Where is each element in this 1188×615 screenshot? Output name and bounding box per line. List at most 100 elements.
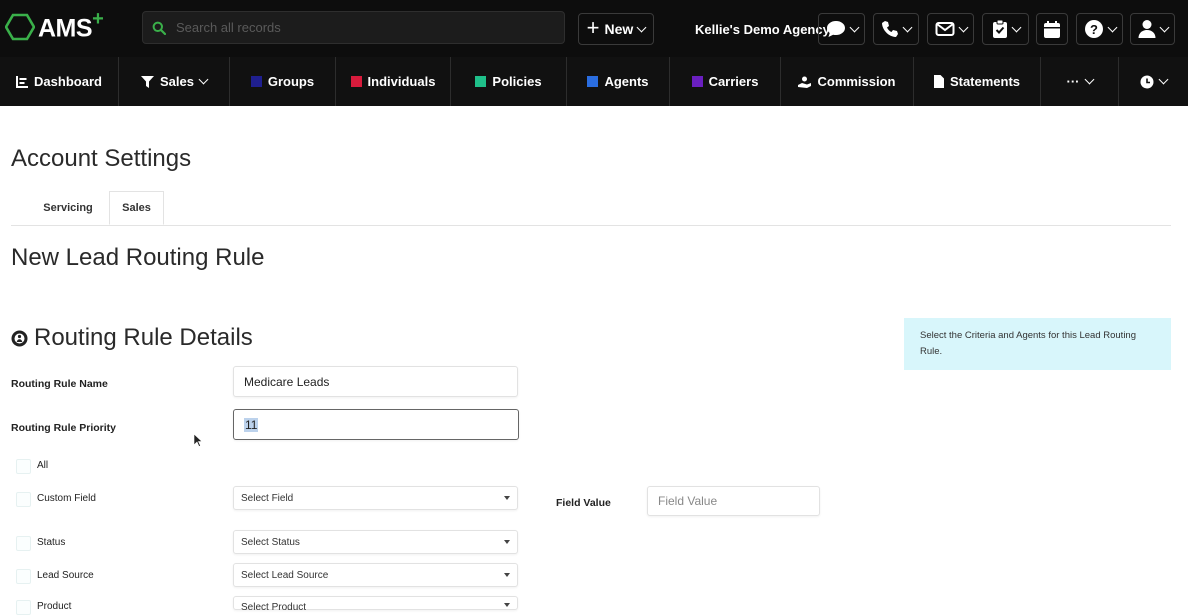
- chevron-down-icon: [1107, 22, 1117, 32]
- calendar-button[interactable]: [1036, 13, 1068, 45]
- chevron-down-icon: [1084, 74, 1094, 85]
- logo-wordmark: AMS: [38, 14, 93, 43]
- search-icon: [152, 21, 166, 35]
- custom-field-select-value: Select Field: [241, 492, 294, 504]
- nav-commission[interactable]: Commission: [781, 57, 914, 106]
- nav-dashboard[interactable]: Dashboard: [0, 57, 119, 106]
- status-select-value: Select Status: [241, 536, 300, 548]
- dropdown-arrow-icon: [504, 540, 510, 544]
- page-title: Account Settings: [11, 145, 192, 172]
- all-label: All: [37, 460, 49, 471]
- tab-servicing-label: Servicing: [43, 202, 93, 214]
- field-value-label: Field Value: [556, 497, 611, 509]
- agency-name[interactable]: Kellie's Demo Agency: [695, 22, 830, 37]
- dropdown-arrow-icon: [504, 496, 510, 500]
- info-callout: Select the Criteria and Agents for this …: [904, 318, 1171, 370]
- tab-servicing[interactable]: Servicing: [26, 191, 110, 225]
- user-menu-button[interactable]: [1130, 13, 1175, 45]
- nav-sales-label: Sales: [160, 74, 194, 89]
- phone-icon: [882, 21, 898, 37]
- custom-field-select[interactable]: Select Field: [233, 486, 518, 510]
- chevron-down-icon: [849, 22, 859, 32]
- svg-text:?: ?: [1090, 22, 1098, 37]
- product-label: Product: [37, 601, 72, 612]
- rule-name-label: Routing Rule Name: [11, 378, 108, 390]
- agents-color-icon: [587, 76, 599, 87]
- tasks-button[interactable]: [982, 13, 1029, 45]
- nav-agents-label: Agents: [604, 74, 649, 89]
- logo-text: AMS+: [38, 8, 104, 43]
- chevron-down-icon: [1158, 74, 1169, 85]
- app-logo[interactable]: AMS+: [5, 8, 104, 44]
- chevron-down-icon: [958, 22, 968, 32]
- mail-button[interactable]: [927, 13, 974, 45]
- field-value-placeholder: Field Value: [658, 494, 718, 508]
- priority-label: Routing Rule Priority: [11, 422, 116, 434]
- policies-color-icon: [475, 76, 487, 87]
- nav-sales[interactable]: Sales: [119, 57, 230, 106]
- dropdown-arrow-icon: [504, 573, 510, 577]
- filter-icon: [141, 75, 154, 88]
- info-circle-icon: [11, 330, 28, 346]
- nav-statements-label: Statements: [949, 74, 1021, 89]
- lead-source-label: Lead Source: [37, 570, 94, 581]
- nav-statements[interactable]: Statements: [914, 57, 1041, 106]
- chevron-down-icon: [902, 22, 913, 32]
- tab-sales[interactable]: Sales: [109, 191, 164, 225]
- dashboard-icon: [16, 75, 29, 88]
- product-checkbox[interactable]: [16, 600, 31, 615]
- mail-icon: [935, 22, 954, 36]
- phone-button[interactable]: [873, 13, 919, 45]
- mouse-cursor-icon: [193, 433, 202, 447]
- rule-name-value: Medicare Leads: [244, 374, 330, 389]
- chevron-down-icon: [198, 74, 209, 85]
- chat-icon: [826, 21, 845, 37]
- form-title: New Lead Routing Rule: [11, 244, 265, 271]
- section-heading: Routing Rule Details: [11, 324, 253, 352]
- nav-more[interactable]: ···: [1041, 57, 1119, 106]
- status-select[interactable]: Select Status: [233, 530, 518, 554]
- priority-value: 11: [244, 417, 259, 432]
- clock-icon: [1140, 75, 1154, 88]
- commission-icon: [798, 76, 812, 88]
- help-button[interactable]: ?: [1076, 13, 1123, 45]
- nav-recent[interactable]: [1119, 57, 1188, 106]
- logo-plus: +: [92, 8, 104, 31]
- nav-individuals-label: Individuals: [367, 74, 436, 89]
- new-button-label: New: [604, 21, 634, 37]
- settings-tabs: Servicing Sales: [11, 191, 1171, 226]
- nav-carriers[interactable]: Carriers: [670, 57, 781, 106]
- rule-name-input[interactable]: Medicare Leads: [233, 366, 518, 397]
- nav-individuals[interactable]: Individuals: [336, 57, 451, 106]
- main-nav: Dashboard Sales Groups Individuals Polic…: [0, 57, 1188, 106]
- global-search[interactable]: [142, 11, 565, 44]
- field-value-input[interactable]: Field Value: [647, 486, 820, 516]
- new-button[interactable]: + New: [578, 13, 654, 45]
- nav-policies-label: Policies: [492, 74, 542, 89]
- document-icon: [933, 75, 944, 88]
- lead-source-checkbox[interactable]: [16, 569, 31, 584]
- nav-commission-label: Commission: [817, 74, 896, 89]
- nav-dashboard-label: Dashboard: [34, 74, 102, 89]
- product-select-value: Select Product: [241, 602, 307, 613]
- nav-groups[interactable]: Groups: [230, 57, 336, 106]
- status-checkbox[interactable]: [16, 536, 31, 551]
- search-input[interactable]: [174, 19, 558, 36]
- status-label: Status: [37, 537, 66, 548]
- product-select[interactable]: Select Product: [233, 596, 518, 613]
- plus-icon: +: [586, 14, 600, 40]
- tab-sales-label: Sales: [122, 202, 151, 214]
- help-icon: ?: [1084, 20, 1103, 38]
- chat-button[interactable]: [818, 13, 865, 45]
- individuals-color-icon: [350, 76, 362, 87]
- priority-input[interactable]: 11: [233, 409, 519, 440]
- dropdown-arrow-icon: [504, 603, 510, 607]
- nav-policies[interactable]: Policies: [451, 57, 567, 106]
- nav-groups-label: Groups: [267, 74, 315, 89]
- chevron-down-icon: [636, 22, 647, 32]
- nav-agents[interactable]: Agents: [567, 57, 670, 106]
- all-checkbox[interactable]: [16, 459, 31, 474]
- hexagon-logo-icon: [5, 13, 35, 41]
- custom-field-checkbox[interactable]: [16, 492, 31, 507]
- lead-source-select[interactable]: Select Lead Source: [233, 563, 518, 587]
